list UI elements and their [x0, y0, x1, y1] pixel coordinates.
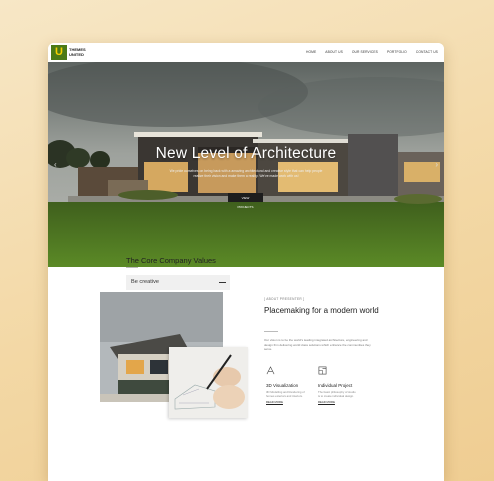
values-title: The Core Company Values: [126, 256, 216, 265]
feature-title: Individual Project: [318, 383, 353, 388]
read-more-link[interactable]: READ MORE: [318, 400, 358, 404]
accordion-item-be-creative[interactable]: Be creative: [126, 275, 230, 290]
feature-description: The basic philosophy of studio is to cre…: [318, 390, 356, 399]
nav-portfolio[interactable]: PORTFOLIO: [387, 50, 407, 54]
title-divider: [264, 331, 278, 332]
hand-sketch-drawing: [169, 347, 248, 418]
main-nav: HOME ABOUT US OUR SERVICES PORTFOLIO CON…: [306, 50, 438, 54]
feature-3d-visualization: 3D Visualization 3D Modelling and Render…: [266, 362, 306, 404]
accordion-label: Be creative: [131, 279, 159, 285]
feature-individual-project: Individual Project The basic philosophy …: [318, 362, 358, 404]
compass-drawing-icon: [266, 366, 275, 375]
about-paragraph: Our vision is to be the world's leading …: [264, 338, 371, 352]
nav-contact-us[interactable]: CONTACT US: [416, 50, 438, 54]
feature-description: 3D Modelling and Rendering of homes exte…: [266, 390, 305, 399]
brand-line-2: UNITED: [69, 52, 84, 57]
brand-name[interactable]: THEMES UNITED: [69, 47, 86, 57]
about-title: Placemaking for a modern world: [264, 306, 379, 315]
sketch-paper-image: [169, 347, 248, 418]
nav-our-services[interactable]: OUR SERVICES: [352, 50, 378, 54]
about-section: [ ABOUT PRESENTER ] Placemaking for a mo…: [48, 267, 444, 481]
view-projects-button[interactable]: VIEW PROJECTS: [228, 193, 263, 209]
values-divider: [126, 267, 138, 268]
browser-page-frame: U THEMES UNITED HOME ABOUT US OUR SERVIC…: [48, 43, 444, 481]
hero-slider: ‹ › New Level of Architecture We pride o…: [48, 62, 444, 267]
hero-background-image: [48, 62, 444, 267]
collapse-minus-icon[interactable]: [219, 282, 226, 284]
nav-home[interactable]: HOME: [306, 50, 316, 54]
blueprint-icon: [318, 366, 327, 375]
hero-subtitle: We pride ourselves on being back with a …: [169, 169, 323, 178]
site-header: U THEMES UNITED HOME ABOUT US OUR SERVIC…: [48, 43, 444, 62]
about-image: [100, 292, 248, 418]
site-logo[interactable]: U: [51, 45, 67, 60]
feature-title: 3D Visualization: [266, 383, 299, 388]
nav-about-us[interactable]: ABOUT US: [325, 50, 343, 54]
hero-title: New Level of Architecture: [155, 145, 337, 162]
about-eyebrow: [ ABOUT PRESENTER ]: [264, 297, 305, 301]
read-more-link[interactable]: READ MORE: [266, 400, 306, 404]
